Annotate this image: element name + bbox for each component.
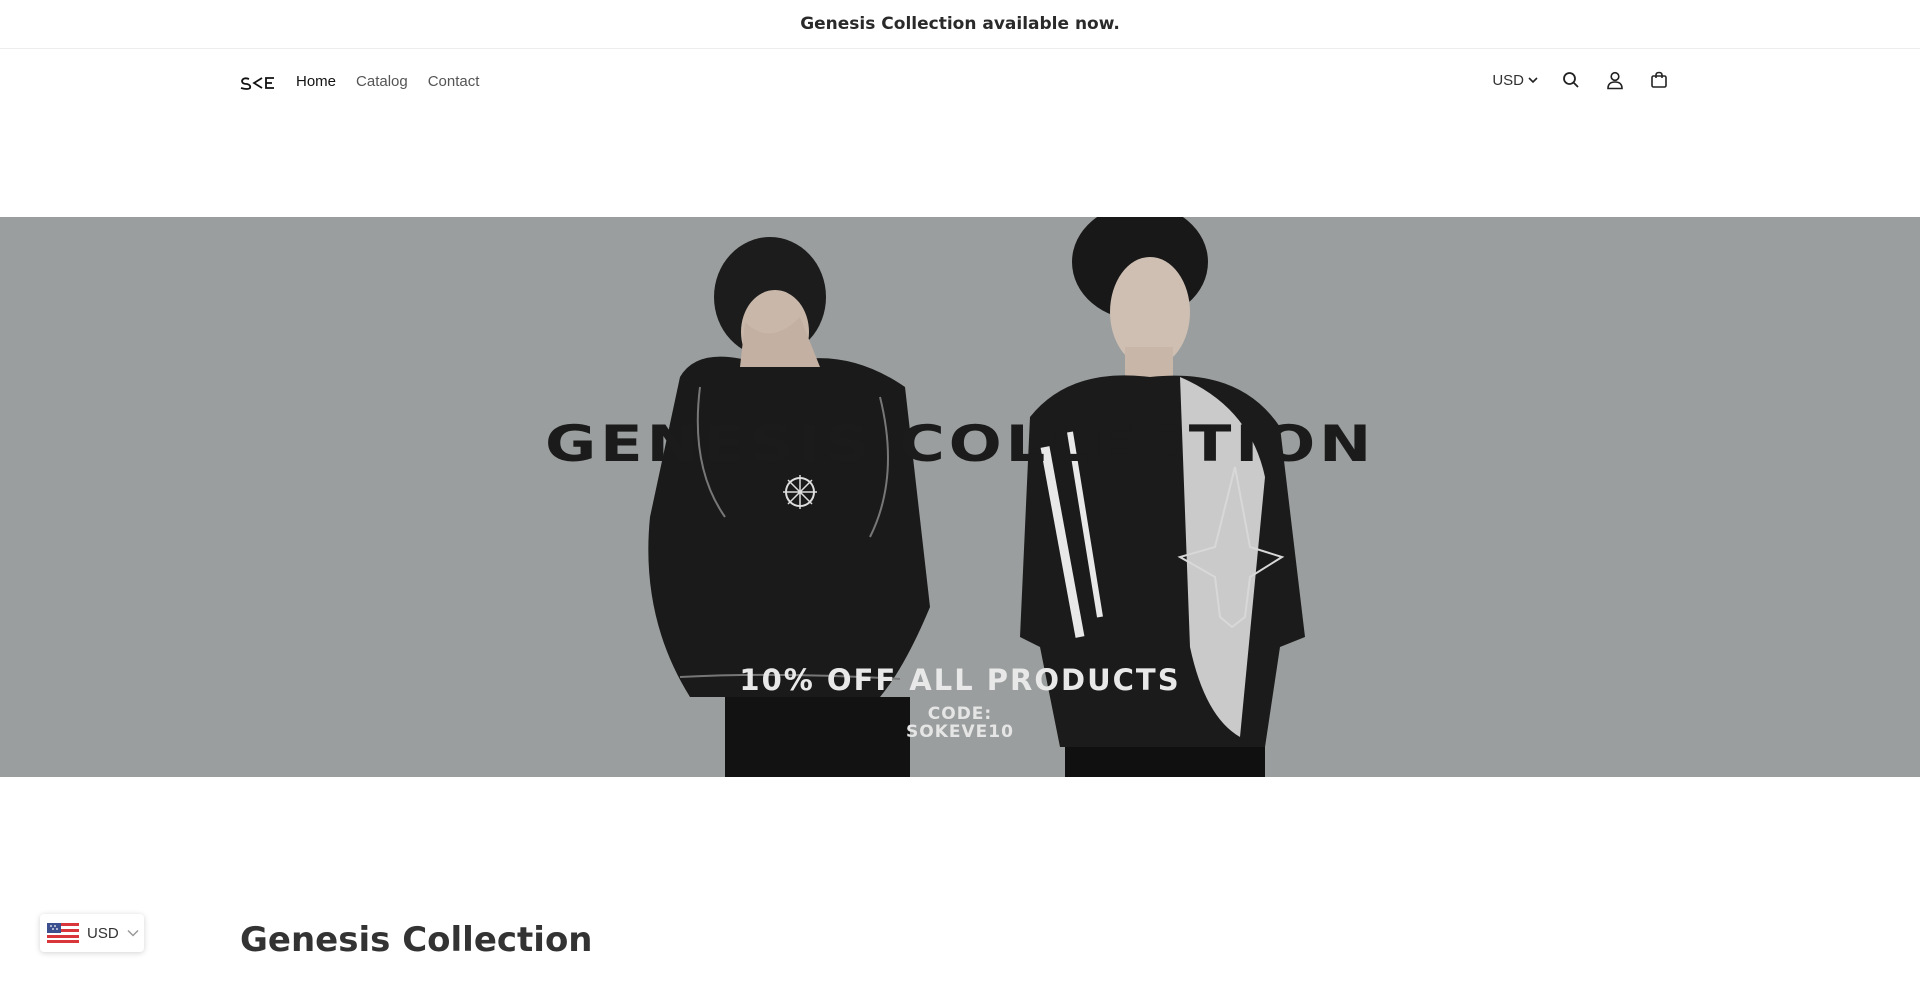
promo-code-value: SOKEVE10: [906, 722, 1014, 742]
us-flag-icon: [47, 923, 79, 943]
ske-logo-icon: [240, 77, 274, 90]
chevron-down-icon: [1528, 77, 1538, 84]
account-icon: [1607, 71, 1623, 89]
nav-contact[interactable]: Contact: [428, 73, 480, 90]
collection-title: Genesis Collection: [240, 920, 593, 960]
account-button[interactable]: [1604, 69, 1626, 91]
nav-home[interactable]: Home: [296, 73, 336, 90]
search-button[interactable]: [1560, 69, 1582, 91]
chevron-down-icon: [127, 929, 139, 937]
hero-title: GENESIS COLLECTION: [544, 415, 1376, 473]
hero-promo-text: 10% OFF ALL PRODUCTS: [739, 663, 1181, 697]
search-icon: [1563, 72, 1579, 88]
main-nav: Home Catalog Contact: [296, 73, 479, 90]
announcement-bar: Genesis Collection available now.: [0, 0, 1920, 49]
store-logo[interactable]: [240, 73, 276, 93]
cart-button[interactable]: [1648, 69, 1670, 91]
site-header: Home Catalog Contact USD: [0, 49, 1920, 117]
promo-code-label: CODE:: [927, 704, 993, 724]
currency-selector[interactable]: USD: [1492, 72, 1538, 89]
header-actions: USD: [1492, 69, 1670, 91]
cart-icon: [1651, 71, 1667, 88]
currency-switcher-widget[interactable]: USD: [40, 914, 144, 952]
announcement-text: Genesis Collection available now.: [800, 14, 1120, 34]
currency-widget-label: USD: [87, 924, 119, 942]
currency-label: USD: [1492, 71, 1524, 89]
hero-banner[interactable]: GENESIS COLLECTION 10% OFF ALL PRODUCTS …: [0, 217, 1920, 777]
nav-catalog[interactable]: Catalog: [356, 73, 408, 90]
